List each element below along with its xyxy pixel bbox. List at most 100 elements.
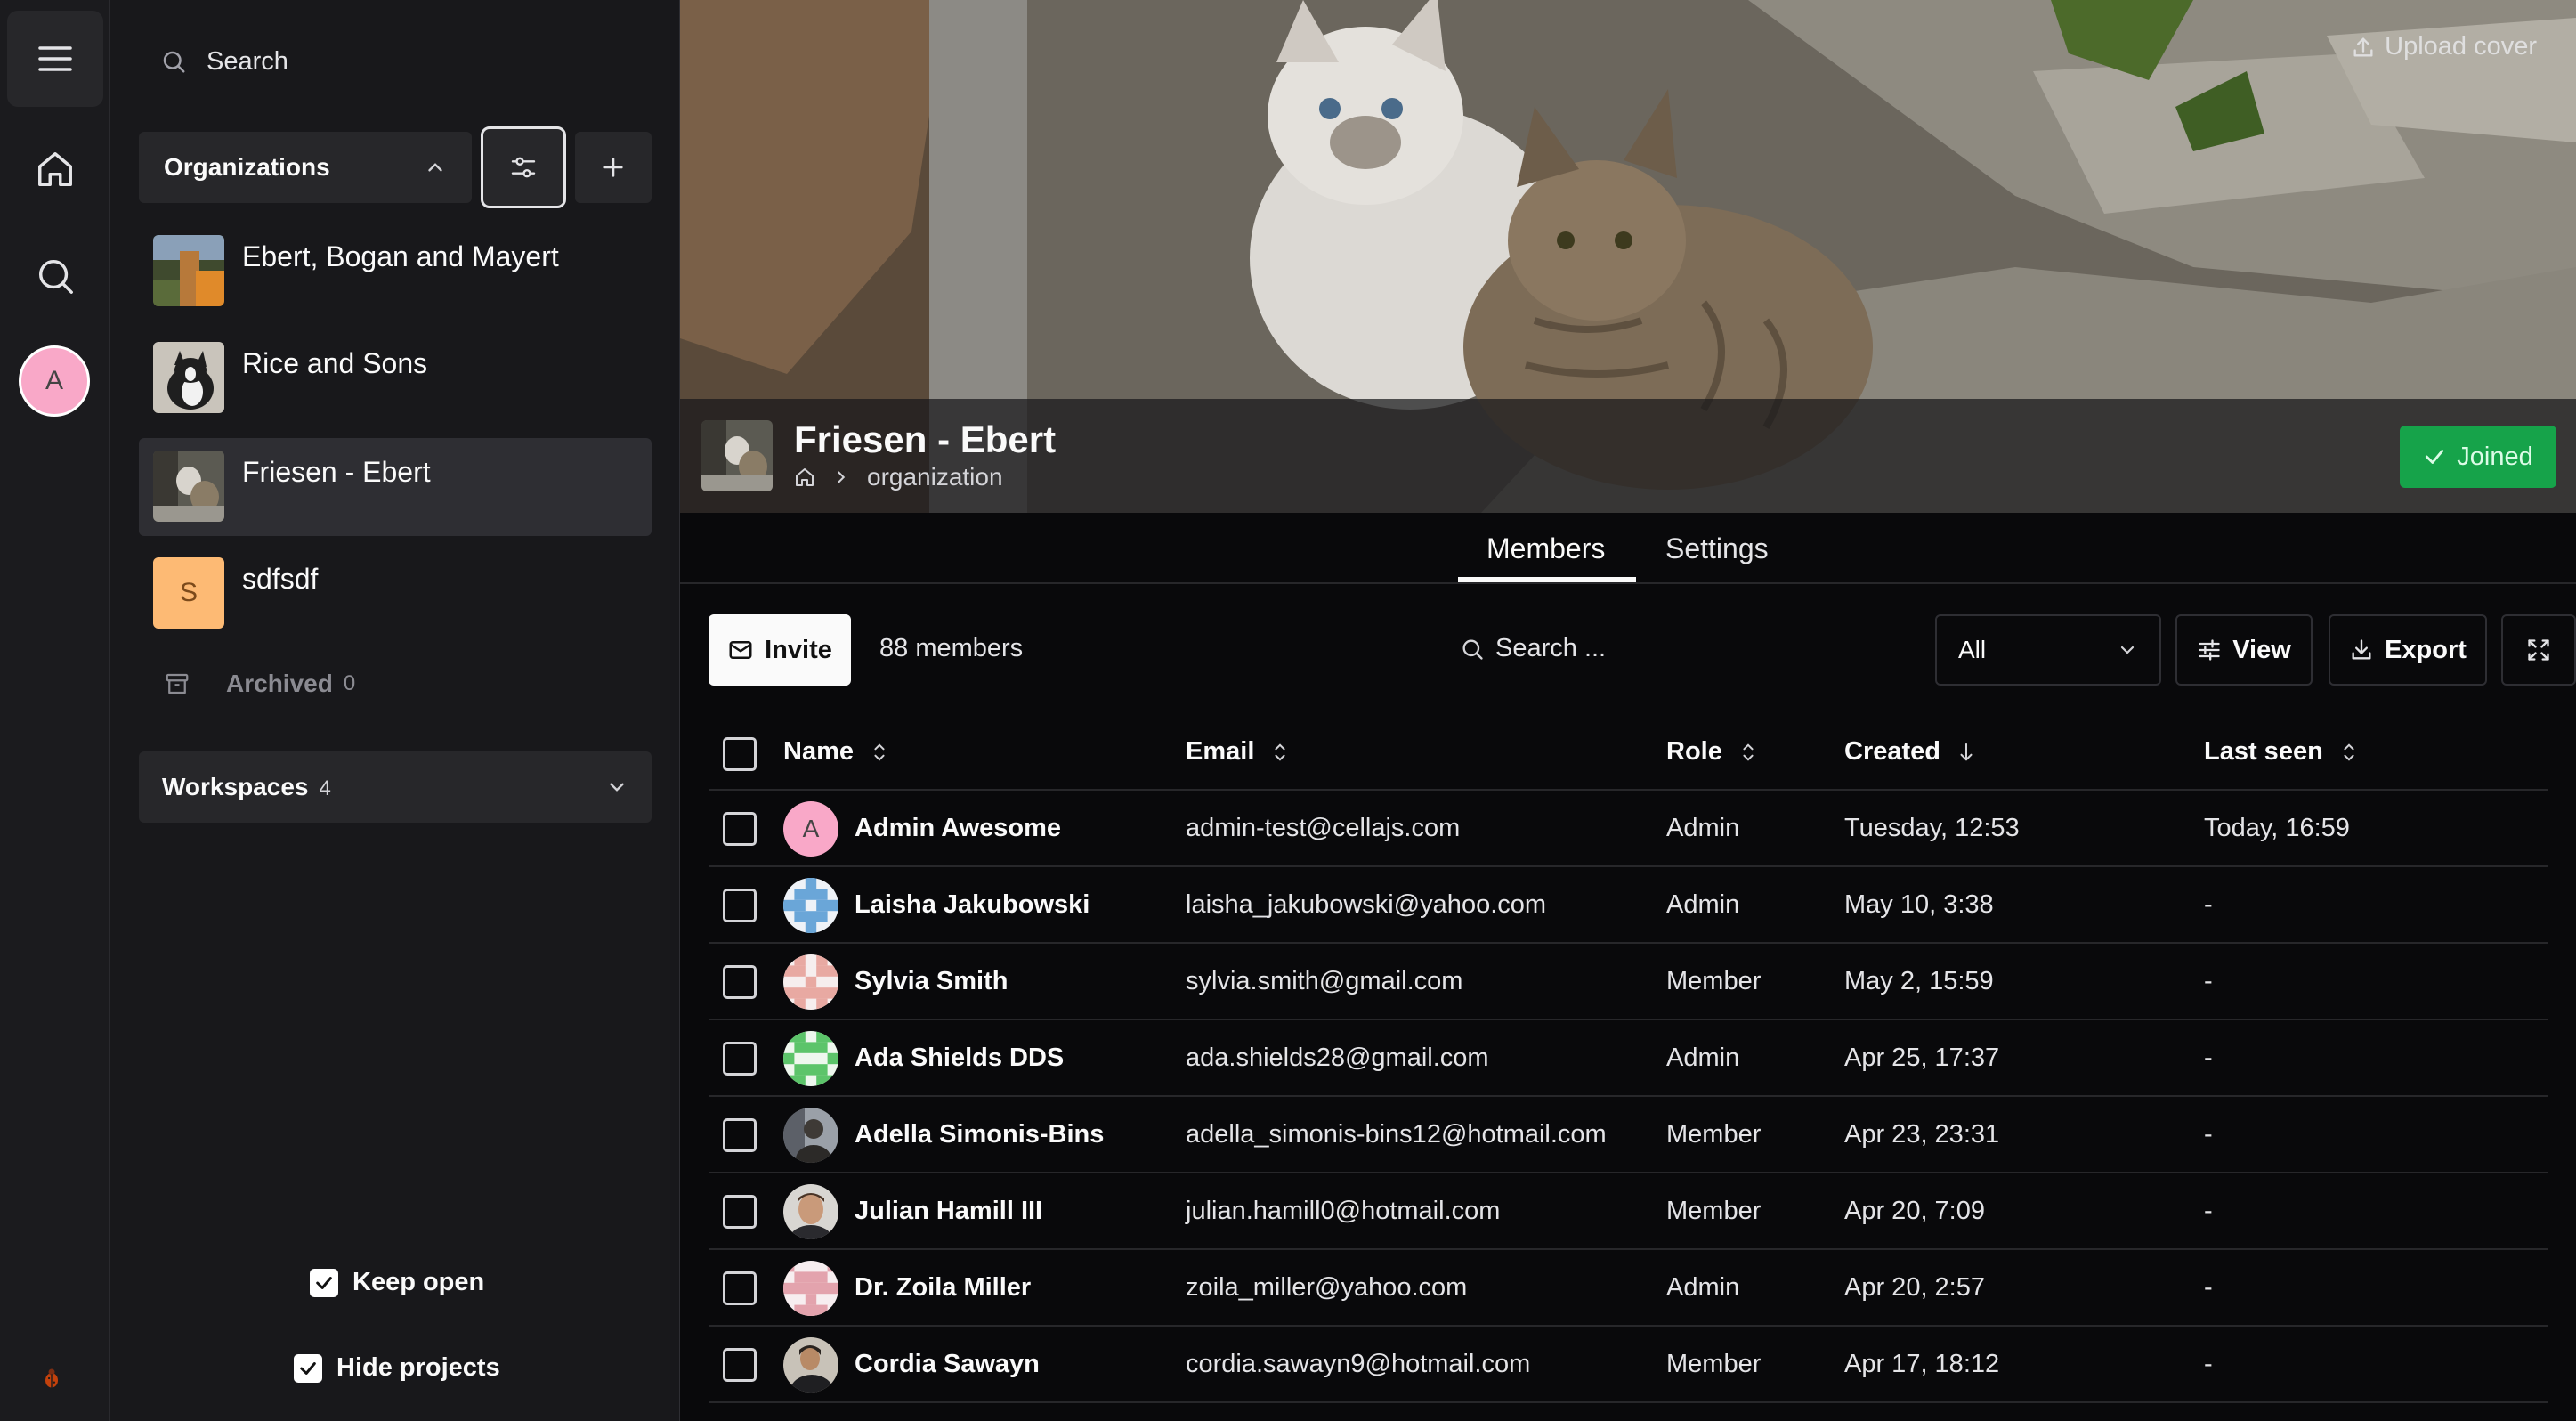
sort-icon [2344,743,2354,761]
table-row[interactable]: Julian Hamill III julian.hamill0@hotmail… [709,1173,2548,1250]
home-button[interactable] [7,121,103,217]
tab-settings[interactable]: Settings [1665,532,1769,565]
avatar [783,1261,838,1316]
user-avatar[interactable]: A [19,345,90,417]
archive-icon [166,673,189,694]
org-item-ebert-bogan-and-mayert[interactable]: Ebert, Bogan and Mayert [139,223,652,321]
bug-icon[interactable] [39,1366,64,1391]
table-row[interactable]: Sylvia Smith sylvia.smith@gmail.com Memb… [709,944,2548,1020]
archived-organizations[interactable]: Archived 0 [164,670,355,698]
member-role: Admin [1666,1043,1740,1072]
org-thumbnail [153,451,224,522]
upload-cover-button[interactable]: Upload cover [2351,32,2537,61]
column-label: Last seen [2204,737,2323,766]
row-checkbox[interactable] [723,1042,757,1076]
view-button[interactable]: View [2175,614,2313,686]
keep-open-checkbox[interactable] [310,1268,338,1297]
workspaces-toggle[interactable]: Workspaces 4 [139,751,652,823]
row-checkbox[interactable] [723,1118,757,1152]
tab-members[interactable]: Members [1486,532,1605,565]
member-name[interactable]: Adella Simonis-Bins [855,1120,1104,1149]
page-tabs: Members Settings [680,513,2576,584]
table-row[interactable]: Ada Shields DDS ada.shields28@gmail.com … [709,1020,2548,1097]
org-item-friesen-ebert[interactable]: Friesen - Ebert [139,438,652,536]
breadcrumb-current[interactable]: organization [867,463,1003,491]
row-checkbox[interactable] [723,1348,757,1382]
hide-projects-checkbox[interactable] [294,1353,322,1383]
chevron-right-icon [838,471,846,483]
org-item-sdfsdf[interactable]: S sdfsdf [139,545,652,643]
add-organization-button[interactable] [575,132,652,203]
member-name[interactable]: Ada Shields DDS [855,1043,1064,1073]
member-name[interactable]: Laisha Jakubowski [855,890,1090,920]
member-name[interactable]: Sylvia Smith [855,967,1008,996]
active-tab-indicator [1458,577,1636,582]
workspaces-heading: Workspaces 4 [162,773,331,801]
row-checkbox[interactable] [723,1271,757,1305]
table-row[interactable]: Cordia Sawayn cordia.sawayn9@hotmail.com… [709,1327,2548,1403]
avatar [783,1031,838,1086]
column-email[interactable]: Email [1186,737,1290,767]
home-icon [38,152,72,186]
column-last-seen[interactable]: Last seen [2204,737,2359,767]
check-icon [316,1276,332,1289]
org-initial-avatar: S [153,557,224,629]
member-email: zoila_miller@yahoo.com [1186,1273,1468,1302]
table-row[interactable]: Dr. Zoila Miller zoila_miller@yahoo.com … [709,1250,2548,1327]
organizations-toggle[interactable]: Organizations [139,132,472,203]
table-row[interactable]: Adella Simonis-Bins adella_simonis-bins1… [709,1097,2548,1173]
breadcrumb: organization [794,463,1003,491]
check-icon [2426,450,2444,464]
organizations-sidebar: Search Organizations Ebert, Bogan and Ma… [110,0,680,1421]
member-email: admin-test@cellajs.com [1186,814,1461,842]
org-name: Ebert, Bogan and Mayert [242,240,559,272]
org-name: Rice and Sons [242,347,428,379]
sidebar-search[interactable]: Search [160,39,288,84]
chevron-up-icon [428,163,442,172]
select-all-checkbox[interactable] [723,737,757,771]
member-email: adella_simonis-bins12@hotmail.com [1186,1120,1607,1149]
keep-open-toggle[interactable]: Keep open [310,1268,484,1297]
column-label: Created [1844,737,1940,766]
member-last-seen: - [2204,1043,2213,1072]
members-search-input[interactable]: Search ... [1460,634,1606,663]
member-name[interactable]: Cordia Sawayn [855,1350,1040,1379]
upload-cover-label: Upload cover [2385,32,2537,61]
org-item-rice-and-sons[interactable]: Rice and Sons [139,329,652,427]
table-row[interactable]: A Admin Awesome admin-test@cellajs.com A… [709,791,2548,867]
row-checkbox[interactable] [723,1195,757,1229]
fullscreen-button[interactable] [2501,614,2576,686]
table-row[interactable]: Laisha Jakubowski laisha_jakubowski@yaho… [709,867,2548,944]
column-created[interactable]: Created [1844,737,1976,767]
column-name[interactable]: Name [783,737,889,767]
member-last-seen: - [2204,967,2213,995]
member-role: Admin [1666,814,1740,842]
avatar [783,1337,838,1393]
members-toolbar: Invite 88 members Search ... All View Ex… [709,614,2576,686]
member-last-seen: - [2204,1273,2213,1302]
home-icon[interactable] [794,467,815,488]
column-role[interactable]: Role [1666,737,1758,767]
organizations-filter-button[interactable] [481,126,566,208]
hide-projects-toggle[interactable]: Hide projects [294,1353,500,1383]
member-email: laisha_jakubowski@yahoo.com [1186,890,1547,919]
search-button[interactable] [7,228,103,324]
role-filter-select[interactable]: All [1935,614,2161,686]
row-checkbox[interactable] [723,812,757,846]
invite-button[interactable]: Invite [709,614,851,686]
org-name: Friesen - Ebert [242,456,431,488]
member-name[interactable]: Julian Hamill III [855,1197,1042,1226]
export-button[interactable]: Export [2329,614,2487,686]
org-thumbnail [153,235,224,306]
member-email: sylvia.smith@gmail.com [1186,967,1463,995]
member-created: Apr 23, 23:31 [1844,1120,2000,1149]
member-name[interactable]: Admin Awesome [855,814,1061,843]
page-title: Friesen - Ebert [794,418,1057,460]
joined-button[interactable]: Joined [2400,426,2556,488]
menu-button[interactable] [7,11,103,107]
expand-icon [2528,639,2549,661]
member-name[interactable]: Dr. Zoila Miller [855,1273,1031,1303]
chevron-down-icon [2120,646,2135,654]
row-checkbox[interactable] [723,965,757,999]
row-checkbox[interactable] [723,889,757,922]
